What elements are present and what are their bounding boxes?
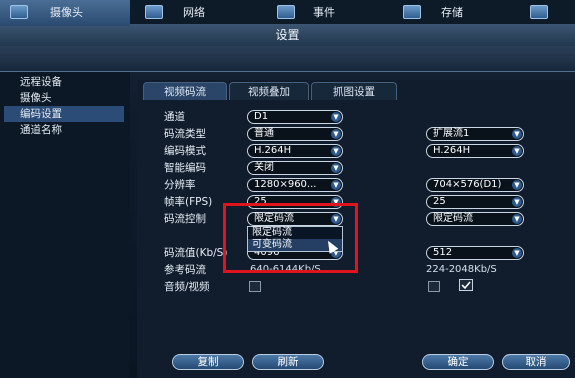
refresh-button[interactable]: 刷新 bbox=[252, 354, 324, 370]
chevron-down-icon: ▼ bbox=[331, 112, 341, 122]
audio-video-main-checkbox[interactable] bbox=[249, 281, 261, 292]
bitrate-control-label: 码流控制 bbox=[164, 213, 206, 225]
encode-mode-main-value: H.264H bbox=[254, 145, 292, 156]
audio-video-label: 音频/视频 bbox=[164, 281, 210, 293]
smart-encode-label: 智能编码 bbox=[164, 162, 206, 174]
network-icon bbox=[145, 5, 163, 19]
chevron-down-icon: ▼ bbox=[331, 180, 341, 190]
nav-storage-label: 存储 bbox=[441, 6, 463, 19]
tab-video-overlay[interactable]: 视频叠加 bbox=[229, 82, 309, 100]
resolution-sub-value: 704×576(D1) bbox=[433, 179, 502, 190]
channel-value: D1 bbox=[254, 111, 269, 122]
chevron-down-icon: ▼ bbox=[512, 146, 522, 156]
resolution-sub-select[interactable]: 704×576(D1) ▼ bbox=[426, 178, 524, 192]
storage-icon bbox=[403, 5, 421, 19]
bitrate-value-label: 码流值(Kb/S) bbox=[164, 247, 228, 259]
nav-network-label: 网络 bbox=[183, 6, 205, 19]
resolution-label: 分辨率 bbox=[164, 179, 196, 191]
stream-type-sub-select[interactable]: 扩展流1 ▼ bbox=[426, 127, 524, 141]
smart-encode-select[interactable]: 关闭 ▼ bbox=[247, 161, 343, 175]
chevron-down-icon: ▼ bbox=[512, 248, 522, 258]
stream-type-main-value: 普通 bbox=[254, 128, 274, 139]
tab-snapshot[interactable]: 抓图设置 bbox=[311, 82, 397, 100]
stream-type-sub-value: 扩展流1 bbox=[433, 128, 470, 139]
ref-bitrate-label: 参考码流 bbox=[164, 264, 206, 276]
chevron-down-icon: ▼ bbox=[331, 146, 341, 156]
bitrate-control-sub-value: 限定码流 bbox=[433, 213, 473, 224]
camera-icon bbox=[10, 5, 28, 19]
highlight-box bbox=[223, 203, 358, 273]
chevron-down-icon: ▼ bbox=[331, 129, 341, 139]
stream-type-main-select[interactable]: 普通 ▼ bbox=[247, 127, 343, 141]
sidebar-item-remote-device[interactable]: 远程设备 bbox=[4, 74, 124, 90]
chevron-down-icon: ▼ bbox=[512, 214, 522, 224]
sidebar-item-encode[interactable]: 编码设置 bbox=[4, 106, 124, 122]
encode-mode-main-select[interactable]: H.264H ▼ bbox=[247, 144, 343, 158]
resolution-main-value: 1280×960... bbox=[254, 179, 317, 190]
nav-camera-label: 摄像头 bbox=[50, 6, 83, 19]
chevron-down-icon: ▼ bbox=[512, 197, 522, 207]
bitrate-value-sub-value: 512 bbox=[433, 247, 453, 258]
smart-encode-value: 关闭 bbox=[254, 162, 274, 173]
chevron-down-icon: ▼ bbox=[512, 180, 522, 190]
nav-network[interactable]: 网络 bbox=[145, 0, 255, 26]
channel-select[interactable]: D1 ▼ bbox=[247, 110, 343, 124]
nav-event[interactable]: 事件 bbox=[277, 0, 387, 26]
sidebar-item-channel-name[interactable]: 通道名称 bbox=[4, 122, 124, 138]
nav-more[interactable] bbox=[530, 0, 575, 26]
nav-camera[interactable]: 摄像头 bbox=[0, 0, 130, 26]
fps-sub-value: 25 bbox=[433, 196, 446, 207]
event-icon bbox=[277, 5, 295, 19]
encode-mode-sub-value: H.264H bbox=[433, 145, 471, 156]
copy-button[interactable]: 复制 bbox=[172, 354, 244, 370]
ok-button[interactable]: 确定 bbox=[422, 354, 494, 370]
nav-storage[interactable]: 存储 bbox=[403, 0, 513, 26]
checkmark-icon bbox=[461, 281, 471, 290]
encode-mode-label: 编码模式 bbox=[164, 145, 206, 157]
nav-event-label: 事件 bbox=[313, 6, 335, 19]
bitrate-control-sub-select[interactable]: 限定码流 ▼ bbox=[426, 212, 524, 226]
audio-video-sub-checkbox-checked[interactable] bbox=[459, 279, 473, 291]
chevron-down-icon: ▼ bbox=[331, 163, 341, 173]
fps-sub-select[interactable]: 25 ▼ bbox=[426, 195, 524, 209]
fps-label: 帧率(FPS) bbox=[164, 196, 213, 208]
encode-mode-sub-select[interactable]: H.264H ▼ bbox=[426, 144, 524, 158]
tab-video-stream[interactable]: 视频码流 bbox=[143, 82, 227, 100]
sidebar-item-camera[interactable]: 摄像头 bbox=[4, 90, 124, 106]
ref-bitrate-sub-value: 224-2048Kb/S bbox=[426, 264, 497, 275]
stream-type-label: 码流类型 bbox=[164, 128, 206, 140]
resolution-main-select[interactable]: 1280×960... ▼ bbox=[247, 178, 343, 192]
nav-bar bbox=[0, 46, 575, 72]
system-icon bbox=[530, 5, 548, 19]
audio-video-sub-checkbox[interactable] bbox=[428, 281, 440, 292]
cancel-button[interactable]: 取消 bbox=[502, 354, 570, 370]
channel-label: 通道 bbox=[164, 111, 185, 123]
bitrate-value-sub-select[interactable]: 512 ▼ bbox=[426, 246, 524, 260]
window-title: 设置 bbox=[0, 24, 575, 46]
chevron-down-icon: ▼ bbox=[512, 129, 522, 139]
